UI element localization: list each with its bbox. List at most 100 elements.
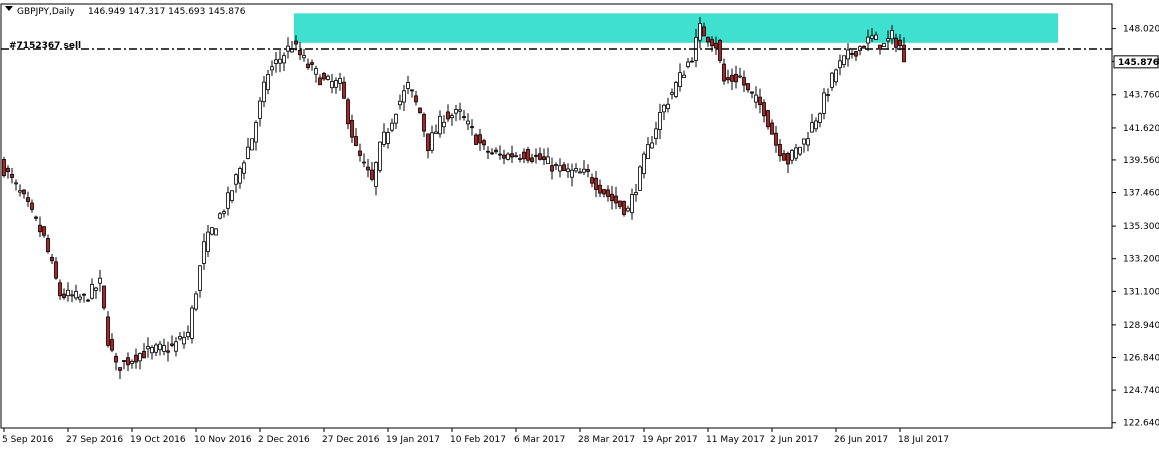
candle-body bbox=[670, 92, 674, 95]
candle-body bbox=[846, 49, 850, 60]
candle-body bbox=[166, 350, 170, 353]
candle-body bbox=[882, 43, 886, 47]
candle-body bbox=[410, 89, 414, 92]
candle-body bbox=[666, 103, 670, 109]
candle-body bbox=[38, 224, 42, 233]
candle-body bbox=[546, 156, 550, 165]
candle-body bbox=[278, 58, 282, 64]
candle-body bbox=[738, 75, 742, 78]
candle-body bbox=[86, 299, 90, 302]
candle-body bbox=[366, 166, 370, 171]
candle-body bbox=[790, 150, 794, 161]
candle-body bbox=[646, 144, 650, 160]
x-tick-label: 27 Sep 2016 bbox=[66, 435, 123, 445]
candle-body bbox=[270, 66, 274, 71]
candle-body bbox=[350, 119, 354, 138]
candle-body bbox=[374, 162, 378, 187]
candle-body bbox=[818, 113, 822, 123]
candle-body bbox=[462, 116, 466, 119]
candle-body bbox=[178, 336, 182, 340]
candle-body bbox=[902, 44, 906, 63]
x-tick-label: 28 Mar 2017 bbox=[578, 435, 635, 445]
candle-body bbox=[254, 122, 258, 143]
x-tick-label: 19 Oct 2016 bbox=[130, 435, 186, 445]
candle-body bbox=[394, 113, 398, 124]
candle-body bbox=[582, 168, 586, 173]
candle-body bbox=[898, 39, 902, 47]
candle-body bbox=[826, 94, 830, 97]
candle-body bbox=[842, 55, 846, 65]
candle-body bbox=[26, 197, 30, 202]
candle-body bbox=[198, 265, 202, 291]
candle-body bbox=[418, 107, 422, 114]
current-price-label: 145.876 bbox=[1118, 58, 1159, 68]
x-tick-label: 2 Dec 2016 bbox=[258, 435, 310, 445]
candle-body bbox=[318, 77, 322, 86]
candle-body bbox=[174, 341, 178, 352]
candle bbox=[102, 285, 106, 311]
candle-body bbox=[862, 45, 866, 49]
candle-body bbox=[754, 94, 758, 103]
candle-body bbox=[570, 169, 574, 178]
candle-body bbox=[46, 238, 50, 253]
candle-body bbox=[42, 226, 46, 236]
candle bbox=[418, 107, 422, 114]
candle-body bbox=[242, 162, 246, 174]
candle-body bbox=[142, 351, 146, 359]
candle-body bbox=[434, 131, 438, 134]
candle-body bbox=[890, 29, 894, 40]
candle-body bbox=[358, 150, 362, 156]
candle-body bbox=[606, 189, 610, 197]
price-chart[interactable]: 148.020145.900143.760141.620139.560137.4… bbox=[0, 0, 1159, 450]
y-tick-label: 126.840 bbox=[1123, 353, 1159, 363]
candle-body bbox=[370, 169, 374, 180]
candle-body bbox=[562, 164, 566, 171]
candle-body bbox=[398, 100, 402, 106]
candle-body bbox=[894, 37, 898, 48]
y-tick-label: 141.620 bbox=[1123, 124, 1159, 134]
candle-body bbox=[446, 111, 450, 120]
candle-body bbox=[454, 109, 458, 114]
candle-body bbox=[6, 167, 10, 173]
candle-body bbox=[138, 353, 142, 362]
candle-body bbox=[194, 293, 198, 310]
y-tick-label: 122.640 bbox=[1123, 419, 1159, 429]
candle-body bbox=[62, 293, 66, 298]
candle bbox=[2, 156, 6, 178]
candle-body bbox=[550, 165, 554, 172]
candle-body bbox=[758, 96, 762, 106]
candle-body bbox=[218, 213, 222, 219]
candle bbox=[638, 165, 642, 191]
y-tick-label: 124.740 bbox=[1123, 386, 1159, 396]
candle-body bbox=[74, 290, 78, 299]
candle-body bbox=[778, 144, 782, 157]
candle-body bbox=[450, 115, 454, 119]
candle-body bbox=[498, 153, 502, 156]
candle-body bbox=[874, 34, 878, 40]
candle-body bbox=[70, 294, 74, 297]
candle-body bbox=[526, 148, 530, 161]
candle-body bbox=[534, 154, 538, 157]
candle-body bbox=[378, 141, 382, 171]
candle-body bbox=[342, 81, 346, 99]
y-tick-label: 143.760 bbox=[1123, 91, 1159, 101]
candle-body bbox=[686, 61, 690, 67]
candle-body bbox=[674, 82, 678, 97]
candle-body bbox=[710, 39, 714, 47]
candle-body bbox=[630, 194, 634, 214]
candle-body bbox=[274, 59, 278, 64]
candle-body bbox=[126, 357, 130, 366]
candle-body bbox=[430, 132, 434, 151]
candle-body bbox=[246, 146, 250, 159]
candle-body bbox=[702, 26, 706, 37]
candle-body bbox=[310, 62, 314, 65]
candle-body bbox=[122, 360, 126, 362]
candle-body bbox=[470, 126, 474, 129]
candle-body bbox=[110, 339, 114, 351]
candle-body bbox=[714, 42, 718, 49]
candle-body bbox=[850, 53, 854, 55]
candle-body bbox=[234, 174, 238, 185]
candle-body bbox=[466, 120, 470, 125]
candle-body bbox=[78, 296, 82, 300]
candle-body bbox=[866, 36, 870, 44]
